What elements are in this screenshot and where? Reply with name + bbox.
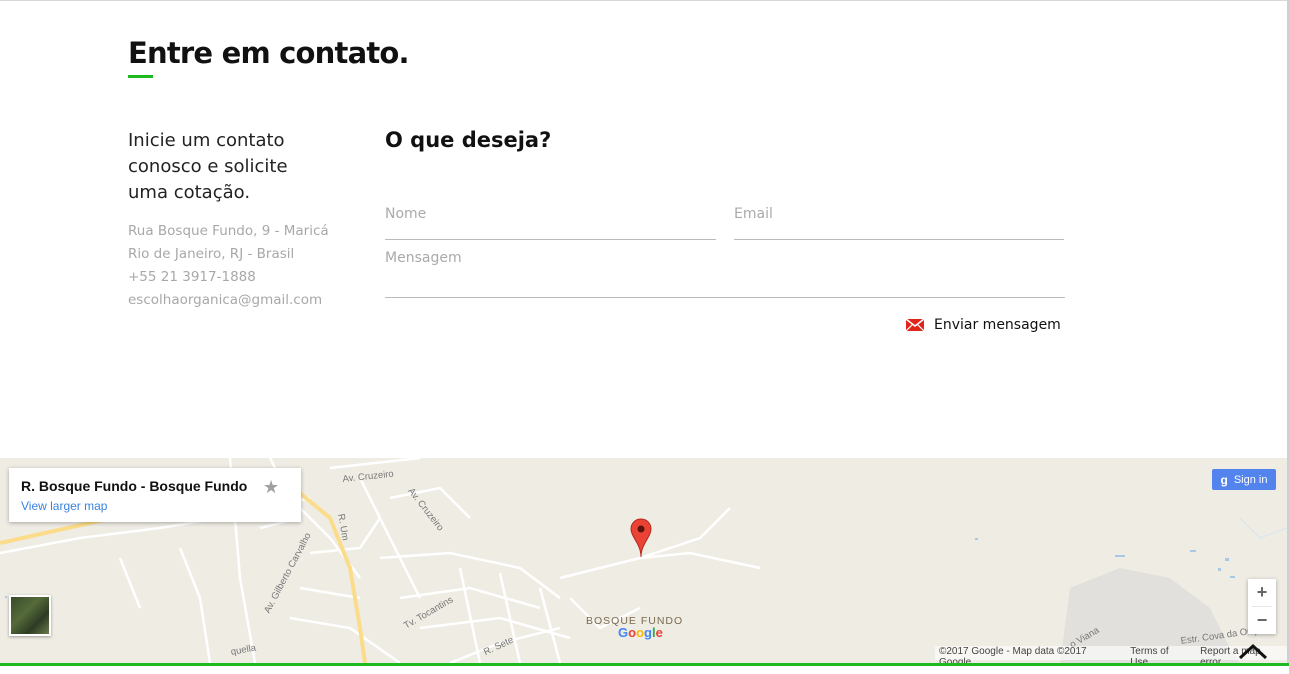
back-to-top-icon[interactable] [1238, 642, 1268, 660]
google-logo: Google [618, 625, 663, 640]
send-message-button[interactable]: Enviar mensagem [906, 317, 1061, 333]
phone-number: +55 21 3917-1888 [128, 269, 256, 285]
zoom-in-button[interactable]: + [1248, 579, 1276, 606]
map-data-credit: ©2017 Google - Map data ©2017 Google [939, 646, 1087, 663]
top-divider [0, 0, 1289, 1]
contact-info: Rua Bosque Fundo, 9 - Maricá Rio de Jane… [128, 220, 329, 312]
address-line-1: Rua Bosque Fundo, 9 - Maricá [128, 223, 329, 239]
form-title: O que deseja? [385, 128, 552, 152]
map-attribution: ©2017 Google - Map data ©2017 Google Ter… [935, 646, 1287, 663]
zoom-controls: + − [1248, 579, 1276, 634]
star-icon[interactable]: ★ [263, 477, 279, 498]
envelope-icon [906, 319, 924, 331]
google-g-icon: g [1220, 472, 1228, 487]
satellite-toggle[interactable] [9, 595, 51, 636]
message-input[interactable] [385, 250, 1065, 290]
email-field-wrapper [734, 203, 1064, 240]
map-place-card: R. Bosque Fundo - Bosque Fundo View larg… [9, 468, 301, 522]
sign-in-button[interactable]: g Sign in [1212, 469, 1276, 490]
contact-intro: Inicie um contato conosco e solicite uma… [128, 130, 288, 203]
sign-in-label: Sign in [1233, 473, 1268, 486]
map-place-title: R. Bosque Fundo - Bosque Fundo [21, 478, 248, 494]
view-larger-map-link[interactable]: View larger map [21, 499, 107, 513]
message-field-wrapper [385, 250, 1065, 298]
title-underline [128, 75, 153, 78]
embedded-map[interactable]: Av. Cruzeiro Av. Cruzeiro R. Um Av. Gilb… [0, 458, 1287, 663]
footer-strip [0, 666, 1289, 674]
terms-of-use-link[interactable]: Terms of Use [1130, 646, 1188, 663]
email-address: escolhaorganica@gmail.com [128, 292, 323, 308]
map-pin-icon[interactable] [630, 518, 652, 558]
address-line-2: Rio de Janeiro, RJ - Brasil [128, 246, 295, 262]
name-input[interactable] [385, 206, 716, 222]
name-field-wrapper [385, 203, 716, 240]
send-message-label: Enviar mensagem [934, 317, 1061, 333]
email-input[interactable] [734, 206, 1064, 222]
zoom-out-button[interactable]: − [1248, 607, 1276, 634]
page-title: Entre em contato. [128, 36, 410, 70]
